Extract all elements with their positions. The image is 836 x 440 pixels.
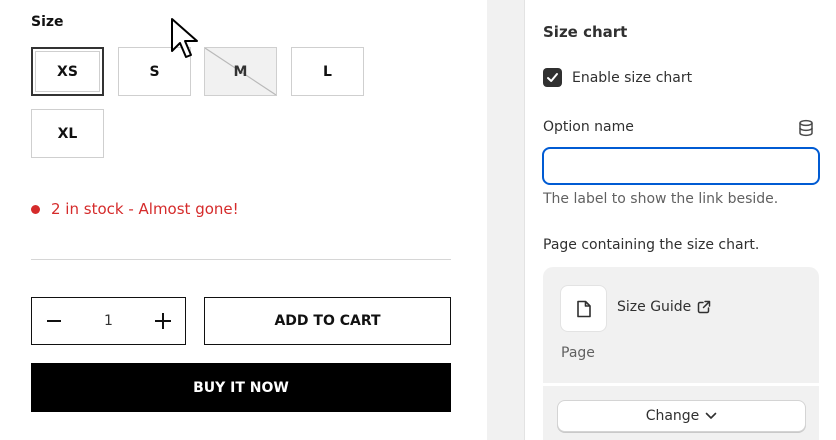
decrease-quantity-button[interactable] bbox=[44, 311, 64, 331]
page-type: Page bbox=[561, 345, 595, 361]
size-chart-settings-panel: Size chart Enable size chart Option name… bbox=[525, 0, 836, 440]
checkbox-box[interactable] bbox=[543, 68, 562, 87]
size-option-label: M bbox=[233, 63, 248, 80]
selected-page-card: Size Guide Page Change bbox=[543, 267, 819, 440]
checkbox-label: Enable size chart bbox=[572, 69, 693, 86]
page-name: Size Guide bbox=[617, 299, 692, 315]
buy-it-now-button[interactable]: BUY IT NOW bbox=[31, 363, 451, 412]
size-option-label: S bbox=[149, 63, 160, 80]
size-option-l[interactable]: L bbox=[291, 47, 364, 96]
size-option-label: L bbox=[323, 63, 332, 80]
size-label: Size bbox=[31, 14, 64, 30]
database-icon[interactable] bbox=[797, 119, 815, 137]
panel-gutter bbox=[487, 0, 525, 440]
divider bbox=[31, 259, 451, 260]
panel-title: Size chart bbox=[543, 23, 628, 41]
size-guide-link[interactable]: Size Guide bbox=[617, 299, 711, 315]
page-icon bbox=[576, 300, 591, 317]
card-divider bbox=[543, 383, 819, 386]
product-form: Size XS S M L XL 2 in stock - Almost gon… bbox=[0, 0, 487, 440]
page-section-label: Page containing the size chart. bbox=[543, 237, 760, 253]
stock-dot-icon bbox=[31, 204, 40, 214]
quantity-stepper: 1 bbox=[31, 297, 186, 345]
size-option-m[interactable]: M bbox=[204, 47, 277, 96]
change-label: Change bbox=[645, 408, 700, 424]
minus-icon bbox=[47, 320, 61, 322]
pointer-cursor-icon bbox=[171, 18, 198, 58]
option-name-input[interactable] bbox=[542, 147, 820, 185]
stock-text: 2 in stock - Almost gone! bbox=[51, 200, 239, 218]
stock-status: 2 in stock - Almost gone! bbox=[31, 200, 239, 218]
option-name-help: The label to show the link beside. bbox=[543, 191, 779, 207]
enable-size-chart-checkbox[interactable]: Enable size chart bbox=[543, 68, 692, 87]
add-to-cart-button[interactable]: ADD TO CART bbox=[204, 297, 451, 345]
size-option-xl[interactable]: XL bbox=[31, 109, 104, 158]
size-option-label: XL bbox=[57, 125, 78, 142]
increase-quantity-button[interactable] bbox=[153, 311, 173, 331]
quantity-value[interactable]: 1 bbox=[104, 313, 113, 329]
page-thumbnail bbox=[560, 285, 607, 332]
checkmark-icon bbox=[547, 73, 558, 82]
size-option-xs[interactable]: XS bbox=[31, 47, 104, 96]
external-link-icon bbox=[698, 300, 711, 314]
change-page-button[interactable]: Change bbox=[557, 400, 806, 432]
plus-icon bbox=[154, 313, 171, 329]
chevron-down-icon bbox=[705, 412, 717, 419]
size-option-label: XS bbox=[57, 63, 78, 80]
option-name-label: Option name bbox=[543, 119, 634, 135]
